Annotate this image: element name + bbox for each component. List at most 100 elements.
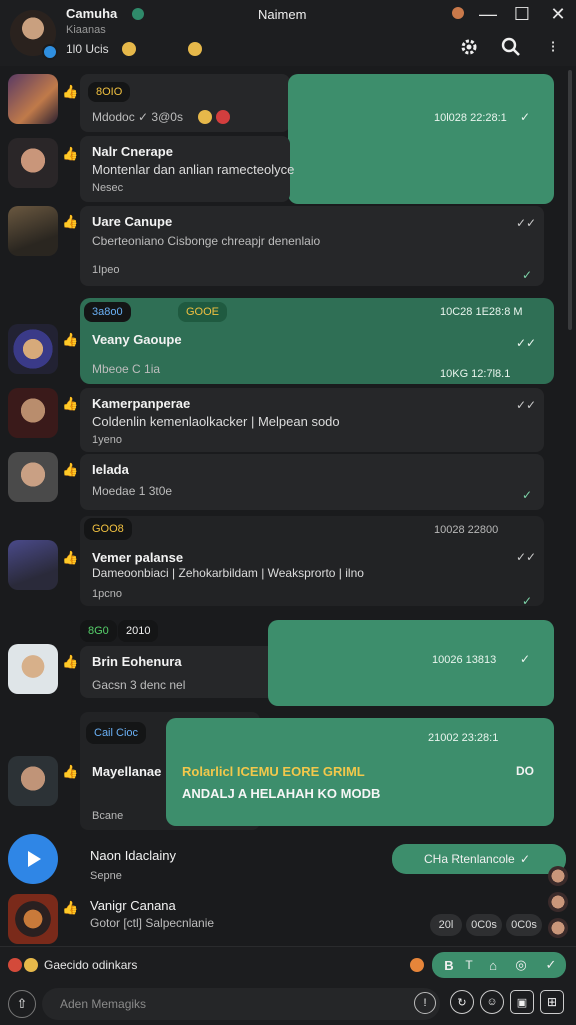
chat-meta: 1pcno	[92, 588, 122, 600]
message-bubble[interactable]	[268, 620, 554, 706]
chat-name: Veany Gaoupe	[92, 332, 182, 347]
chat-name: Vemer palanse	[92, 550, 184, 565]
chat-label: GOOE	[178, 302, 228, 322]
like-icon[interactable]: 👍	[62, 84, 78, 100]
message-time: 10C28 1E28:8 M	[440, 306, 523, 318]
chat-preview: Montenlar dan anlian ramecteolyce	[92, 162, 295, 177]
avatar[interactable]	[8, 206, 58, 256]
emoji-icon[interactable]	[410, 958, 424, 972]
chat-label: 3a8o0	[84, 302, 131, 322]
scrollbar[interactable]	[568, 70, 572, 330]
avatar[interactable]	[8, 388, 58, 438]
chat-name: Uare Canupe	[92, 214, 173, 229]
like-icon[interactable]: 👍	[62, 462, 78, 478]
reaction-pill[interactable]: 0C0s	[466, 914, 502, 936]
chat-meta: 1Ipeo	[92, 264, 120, 276]
play-button[interactable]	[8, 834, 58, 884]
attach-icon[interactable]: ⌂	[480, 952, 506, 978]
emoji-icon[interactable]: ☺	[480, 990, 504, 1014]
chat-preview: Sepne	[90, 870, 122, 882]
chat-name: Ielada	[92, 462, 129, 477]
like-icon[interactable]: 👍	[62, 396, 78, 412]
emoji-icon[interactable]	[24, 958, 38, 972]
chat-label: Cail Cioc	[86, 722, 147, 744]
list-item-preview: Mdodoc ✓ 3@0s	[92, 110, 183, 124]
chat-name: Vanigr Canana	[90, 898, 176, 913]
avatar[interactable]	[8, 324, 58, 374]
user-sub: Kiaanas	[66, 24, 106, 36]
avatar[interactable]	[548, 892, 568, 912]
verified-badge	[42, 44, 58, 60]
chat-label: GOO8	[84, 518, 132, 540]
user-name: Camuha	[66, 6, 118, 21]
upload-icon[interactable]: ⇧	[8, 990, 36, 1018]
avatar[interactable]	[548, 918, 568, 938]
like-icon[interactable]: 👍	[62, 900, 78, 916]
read-check-icon: ✓	[520, 110, 531, 124]
maximize-button[interactable]: ☐	[508, 0, 536, 28]
avatar[interactable]	[8, 540, 58, 590]
window-title: Naimem	[258, 7, 307, 22]
message-time: 10026 13813	[432, 654, 497, 666]
message-time: 10028 22800	[434, 524, 499, 536]
chat-meta: 1yeno	[92, 434, 122, 446]
sticker-icon[interactable]: ▣	[510, 990, 534, 1014]
reaction-pill[interactable]: 20l	[430, 914, 462, 936]
like-icon[interactable]: 👍	[62, 550, 78, 566]
message-text: ANDALJ A HELAHAH KO MODB	[182, 786, 381, 801]
chat-preview: Gacsn 3 denc nel	[92, 678, 186, 692]
gear-icon[interactable]	[456, 34, 482, 60]
like-icon[interactable]: 👍	[62, 146, 78, 162]
chat-preview: Mbeoe C 1ia	[92, 362, 161, 376]
grid-icon[interactable]: ⊞	[540, 990, 564, 1014]
double-check-icon: ✓✓	[516, 216, 537, 230]
like-icon[interactable]: 👍	[62, 764, 78, 780]
avatar[interactable]	[548, 866, 568, 886]
close-button[interactable]: ✕	[544, 0, 572, 28]
text-icon[interactable]: T	[456, 952, 482, 978]
composer-hint[interactable]: Gaecido odinkars	[44, 958, 137, 972]
avatar[interactable]	[8, 452, 58, 502]
emoji-icon[interactable]	[8, 958, 22, 972]
avatar[interactable]	[8, 644, 58, 694]
user-status: 1l0 Ucis	[66, 42, 109, 56]
chat-preview: Dameoonbiaci | Zehokarbildam | Weakspror…	[92, 566, 364, 580]
search-icon[interactable]	[498, 34, 524, 60]
read-check-icon: ✓	[520, 652, 531, 666]
message-side: DO	[516, 764, 534, 778]
like-icon[interactable]: 👍	[62, 214, 78, 230]
like-icon[interactable]: 👍	[62, 332, 78, 348]
avatar[interactable]	[8, 74, 58, 124]
message-time: 10KG 12:7l8.1	[440, 368, 511, 380]
like-icon[interactable]: 👍	[62, 654, 78, 670]
chat-name: Nalr Cnerape	[92, 144, 173, 159]
read-check-icon: ✓	[522, 268, 533, 282]
chat-preview: Gotor [ctl] Salpecnlanie	[90, 916, 215, 930]
read-check-icon: ✓	[520, 852, 531, 866]
double-check-icon: ✓✓	[516, 398, 537, 412]
info-icon[interactable]: !	[414, 992, 436, 1014]
smile-icon	[198, 110, 212, 124]
avatar[interactable]	[8, 894, 58, 944]
chat-preview: Coldenlin kemenlaolkacker | Melpean sodo	[92, 414, 340, 429]
chat-label: 8G0	[80, 620, 117, 642]
chat-preview: Bcane	[92, 810, 124, 822]
avatar[interactable]	[8, 138, 58, 188]
chat-card[interactable]	[80, 454, 544, 510]
share-icon[interactable]: ↻	[450, 990, 474, 1014]
smile-icon	[188, 42, 202, 56]
more-icon[interactable]: ⁝	[540, 34, 566, 60]
avatar[interactable]	[8, 756, 58, 806]
camera-icon[interactable]: ◎	[508, 952, 534, 978]
status-icon	[452, 7, 464, 19]
chat-preview: Moedae 1 3t0e	[92, 484, 173, 498]
send-check-icon[interactable]: ✓	[538, 952, 564, 978]
minimize-button[interactable]: —	[474, 0, 502, 28]
chat-meta: Nesec	[92, 182, 124, 194]
reaction-pill[interactable]: 0C0s	[506, 914, 542, 936]
message-bubble[interactable]	[288, 74, 554, 204]
double-check-icon: ✓✓	[516, 550, 537, 564]
chat-name: Mayellanae	[92, 764, 162, 779]
online-icon	[132, 8, 144, 20]
smile-icon	[122, 42, 136, 56]
